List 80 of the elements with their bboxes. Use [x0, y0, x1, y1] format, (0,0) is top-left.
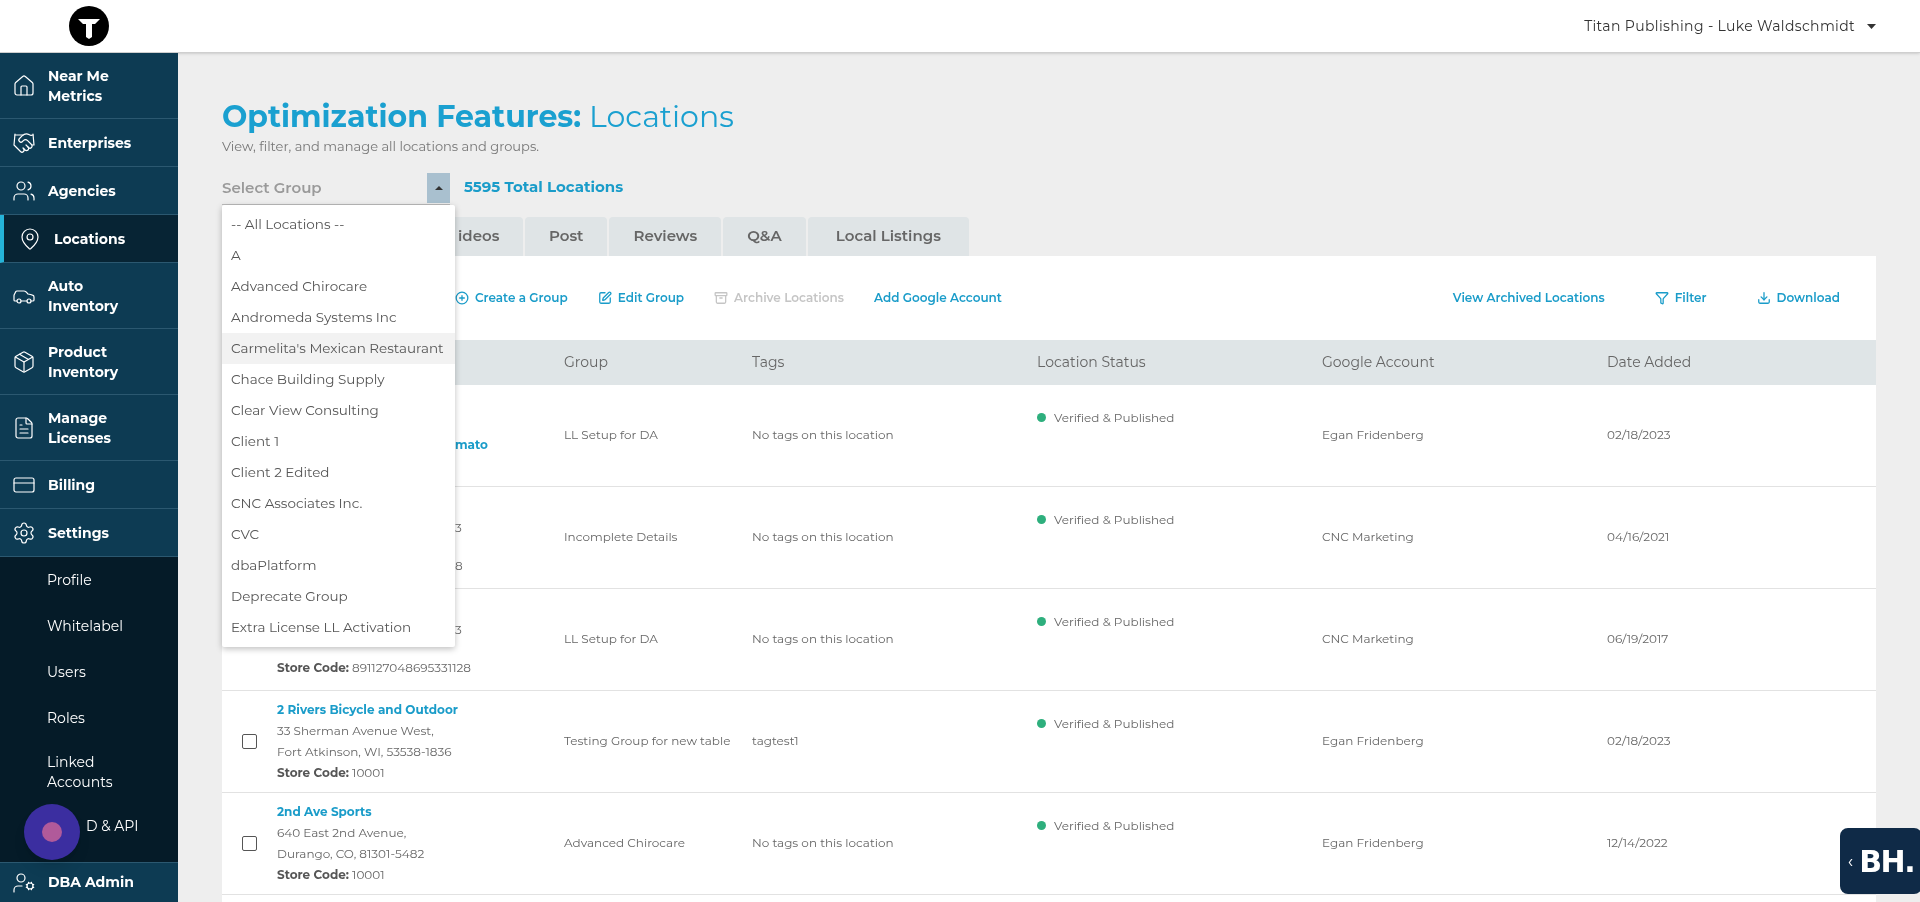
- tab[interactable]: Local Listings: [807, 216, 969, 256]
- total-locations: 5595 Total Locations: [464, 176, 624, 198]
- dropdown-option[interactable]: Andromeda Systems Inc: [222, 302, 455, 333]
- tab[interactable]: Q&A: [723, 216, 806, 256]
- account-cell: Egan Fridenberg: [1322, 427, 1424, 442]
- date-cell: 04/16/2021: [1607, 529, 1670, 544]
- tags-cell: No tags on this location: [752, 529, 894, 544]
- status-cell: Verified & Published: [1054, 612, 1175, 631]
- status-cell: Verified & Published: [1054, 714, 1175, 733]
- tab[interactable]: Post: [525, 216, 608, 256]
- account-cell: CNC Marketing: [1322, 529, 1414, 544]
- group-cell: LL Setup for DA: [564, 631, 658, 646]
- location-address: Fort Atkinson, WI, 53538-1836: [277, 743, 452, 760]
- column-header: Location Status: [1037, 352, 1146, 371]
- dropdown-option[interactable]: Chace Building Supply: [222, 364, 455, 395]
- tags-cell: tagtest1: [752, 733, 799, 748]
- tab[interactable]: Reviews: [609, 216, 722, 256]
- sidebar-item[interactable]: Near Me Metrics: [0, 53, 178, 119]
- group-cell: Incomplete Details: [564, 529, 678, 544]
- sidebar-item[interactable]: Agencies: [0, 167, 178, 215]
- store-code: Store Code: 10001: [277, 764, 385, 781]
- date-cell: 12/14/2022: [1607, 835, 1668, 850]
- group-cell: LL Setup for DA: [564, 427, 658, 442]
- dropdown-option[interactable]: Carmelita's Mexican Restaurant: [222, 333, 455, 364]
- account-cell: Egan Fridenberg: [1322, 835, 1424, 850]
- sidebar-footer-item[interactable]: DBA Admin: [0, 862, 178, 902]
- dropdown-option[interactable]: dbaPlatform: [222, 550, 455, 581]
- dropdown-option[interactable]: CVC: [222, 519, 455, 550]
- location-text-fragment: 8: [455, 556, 463, 574]
- account-menu[interactable]: Titan Publishing - Luke Waldschmidt: [1584, 15, 1920, 37]
- location-text-fragment: 3: [455, 620, 462, 638]
- group-cell: Testing Group for new table: [564, 733, 731, 748]
- dropdown-option[interactable]: CNC Associates Inc.: [222, 488, 455, 519]
- location-address: 33 Sherman Avenue West,: [277, 722, 434, 739]
- dropdown-option[interactable]: Client 1: [222, 426, 455, 457]
- bh-widget[interactable]: ‹ BH.: [1840, 828, 1920, 894]
- location-address: Durango, CO, 81301-5482: [277, 845, 425, 862]
- dropdown-option[interactable]: Deprecate Group: [222, 581, 455, 612]
- date-cell: 02/18/2023: [1607, 427, 1671, 442]
- sidebar-item[interactable]: Product Inventory: [0, 329, 178, 395]
- sidebar-item[interactable]: Auto Inventory: [0, 263, 178, 329]
- sidebar-item[interactable]: Locations: [0, 215, 178, 263]
- dropdown-option[interactable]: Advanced Chirocare: [222, 271, 455, 302]
- submenu-item[interactable]: D & API: [86, 816, 166, 836]
- submenu-item[interactable]: Whitelabel: [47, 616, 127, 636]
- group-select-input[interactable]: Select Group: [222, 176, 427, 200]
- location-address: 640 East 2nd Avenue,: [277, 824, 407, 841]
- submenu-item[interactable]: Profile: [47, 570, 127, 590]
- location-text-fragment: 3: [455, 518, 462, 536]
- tags-cell: No tags on this location: [752, 631, 894, 646]
- store-code: Store Code: 10001: [277, 866, 385, 883]
- account-cell: Egan Fridenberg: [1322, 733, 1424, 748]
- tags-cell: No tags on this location: [752, 427, 894, 442]
- location-text-fragment: mato: [455, 435, 488, 453]
- store-code: Store Code: 891127048695331128: [277, 658, 471, 676]
- account-cell: CNC Marketing: [1322, 631, 1414, 646]
- page-title: Optimization Features: Locations: [222, 99, 735, 135]
- submenu-item[interactable]: Linked Accounts: [47, 752, 127, 792]
- column-header: Date Added: [1607, 352, 1692, 371]
- tags-cell: No tags on this location: [752, 835, 894, 850]
- dropdown-option[interactable]: Extra License LL Activation: [222, 612, 455, 643]
- sidebar-item[interactable]: Settings: [0, 509, 178, 557]
- group-cell: Advanced Chirocare: [564, 835, 686, 850]
- sidebar-item[interactable]: Enterprises: [0, 119, 178, 167]
- dropdown-option[interactable]: Clear View Consulting: [222, 395, 455, 426]
- submenu-item[interactable]: Users: [47, 662, 127, 682]
- column-header: Group: [564, 352, 608, 371]
- date-cell: 06/19/2017: [1607, 631, 1669, 646]
- status-cell: Verified & Published: [1054, 510, 1175, 529]
- dropdown-option[interactable]: Client 2 Edited: [222, 457, 455, 488]
- status-cell: Verified & Published: [1054, 816, 1175, 835]
- column-header: Google Account: [1322, 352, 1435, 371]
- submenu-item[interactable]: Roles: [47, 708, 127, 728]
- group-select[interactable]: Select Group: [222, 172, 450, 205]
- date-cell: 02/18/2023: [1607, 733, 1671, 748]
- page-subtitle: View, filter, and manage all locations and groups.: [222, 137, 540, 156]
- sidebar-item[interactable]: Manage Licenses: [0, 395, 178, 461]
- column-header: Tags: [752, 352, 785, 371]
- status-cell: Verified & Published: [1054, 408, 1175, 427]
- sidebar-item[interactable]: Billing: [0, 461, 178, 509]
